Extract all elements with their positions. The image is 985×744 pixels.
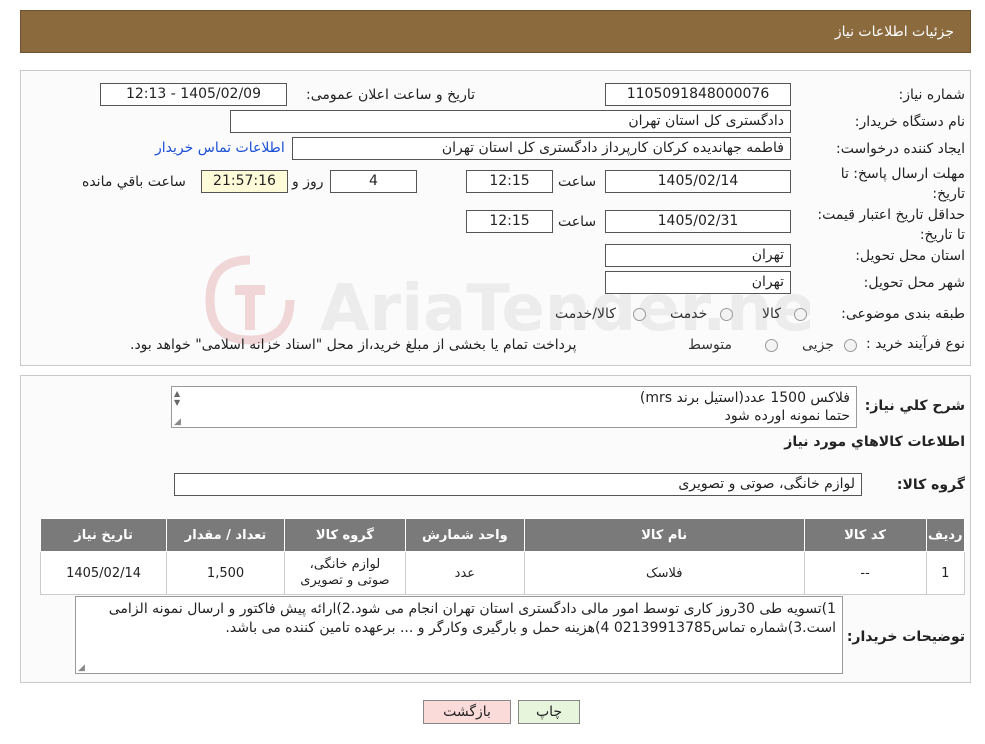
description-line-1: فلاکس 1500 عدد(استیل برند mrs) (639, 390, 850, 406)
reply-date-field: 1405/02/14 (605, 170, 791, 193)
process-label: نوع فرآیند خرید : (866, 336, 965, 352)
items-table-header: رديف کد کالا نام کالا واحد شمارش گروه کا… (39, 518, 966, 552)
cell-row: 1 (925, 551, 966, 595)
category-radio-goods[interactable] (794, 308, 807, 321)
buyer-notes-textarea[interactable]: 1)تسویه طی 30روز کاری توسط امور مالی داد… (75, 596, 843, 674)
cell-date: 1405/02/14 (39, 551, 168, 595)
remaining-time-field: 21:57:16 (201, 170, 288, 193)
process-radio-partial[interactable] (844, 339, 857, 352)
goods-group-label: گروه کالا: (896, 477, 965, 493)
province-field: تهران (605, 244, 791, 267)
process-option-partial: جزیی (802, 337, 834, 353)
page-title: جزئیات اطلاعات نیاز (834, 24, 954, 40)
cell-unit: عدد (404, 551, 525, 595)
description-line-2: حتما نمونه اورده شود (724, 408, 850, 424)
price-valid-label: حداقل تاریخ اعتبار قیمت: تا تاریخ: (817, 207, 965, 243)
col-qty-header: تعداد / مقدار (166, 518, 285, 552)
category-option-service: خدمت (670, 306, 708, 322)
print-button[interactable]: چاپ (518, 700, 580, 724)
buyer-org-label: نام دستگاه خریدار: (854, 114, 965, 130)
back-button[interactable]: بازگشت (423, 700, 511, 724)
description-label: شرح کلي نياز: (864, 398, 965, 414)
reply-deadline-label: مهلت ارسال پاسخ: تا تاریخ: (840, 166, 965, 202)
resize-grip-icon[interactable]: ◢ (78, 663, 85, 673)
announce-label: تاریخ و ساعت اعلان عمومی: (306, 87, 475, 103)
items-table: رديف کد کالا نام کالا واحد شمارش گروه کا… (39, 518, 966, 595)
category-option-goods-service: کالا/خدمت (555, 306, 616, 322)
process-radio-medium[interactable] (765, 339, 778, 352)
scroll-arrows-icon[interactable]: ▲ ▼ (174, 389, 180, 407)
buyer-org-field: دادگستری کل استان تهران (230, 110, 791, 133)
category-option-goods: کالا (762, 306, 781, 322)
price-time-field: 12:15 (466, 210, 553, 233)
reply-time-label: ساعت (558, 174, 597, 190)
days-field: 4 (330, 170, 417, 193)
cell-qty: 1,500 (166, 551, 285, 595)
goods-group-field: لوازم خانگی، صوتی و تصویری (174, 473, 862, 496)
province-label: استان محل تحویل: (855, 248, 965, 264)
price-time-label: ساعت (558, 214, 597, 230)
cell-name: فلاسک (523, 551, 805, 595)
price-date-field: 1405/02/31 (605, 210, 791, 233)
cell-code: -- (803, 551, 927, 595)
creator-label: ایجاد کننده درخواست: (836, 141, 965, 157)
col-code-header: کد کالا (803, 518, 927, 552)
city-field: تهران (605, 271, 791, 294)
col-unit-header: واحد شمارش (404, 518, 525, 552)
city-label: شهر محل تحویل: (863, 275, 965, 291)
category-label: طبقه بندی موضوعی: (841, 306, 965, 322)
buyer-contact-link[interactable]: اطلاعات تماس خریدار (155, 140, 285, 156)
col-date-header: تاريخ نياز (39, 518, 168, 552)
table-row: 1 -- فلاسک عدد لوازم خانگی، صوتی و تصویر… (39, 551, 966, 595)
process-note: پرداخت تمام یا بخشی از مبلغ خرید،از محل … (130, 337, 577, 353)
remaining-label: ساعت باقي مانده (82, 174, 186, 190)
goods-section-title: اطلاعات کالاهاي مورد نياز (784, 434, 965, 450)
category-radio-service[interactable] (720, 308, 733, 321)
days-label: روز و (292, 174, 324, 190)
need-number-label: شماره نیاز: (898, 87, 966, 103)
col-name-header: نام کالا (523, 518, 805, 552)
creator-field: فاطمه جهاندیده کرکان کارپرداز دادگستری ک… (292, 137, 791, 160)
resize-grip-icon[interactable]: ◢ (174, 417, 181, 427)
page-header: جزئیات اطلاعات نیاز (20, 10, 971, 53)
col-row-header: رديف (925, 518, 966, 552)
cell-group: لوازم خانگی، صوتی و تصویری (283, 551, 406, 595)
col-group-header: گروه کالا (283, 518, 406, 552)
category-radio-goods-service[interactable] (633, 308, 646, 321)
announce-field: 1405/02/09 - 12:13 (100, 83, 287, 106)
process-option-medium: متوسط (688, 337, 732, 353)
description-textarea[interactable]: فلاکس 1500 عدد(استیل برند mrs) حتما نمون… (171, 386, 857, 428)
need-number-field: 1105091848000076 (605, 83, 791, 106)
reply-time-field: 12:15 (466, 170, 553, 193)
buyer-notes-text: 1)تسویه طی 30روز کاری توسط امور مالی داد… (108, 601, 836, 636)
buyer-notes-label: توضیحات خریدار: (846, 629, 965, 645)
